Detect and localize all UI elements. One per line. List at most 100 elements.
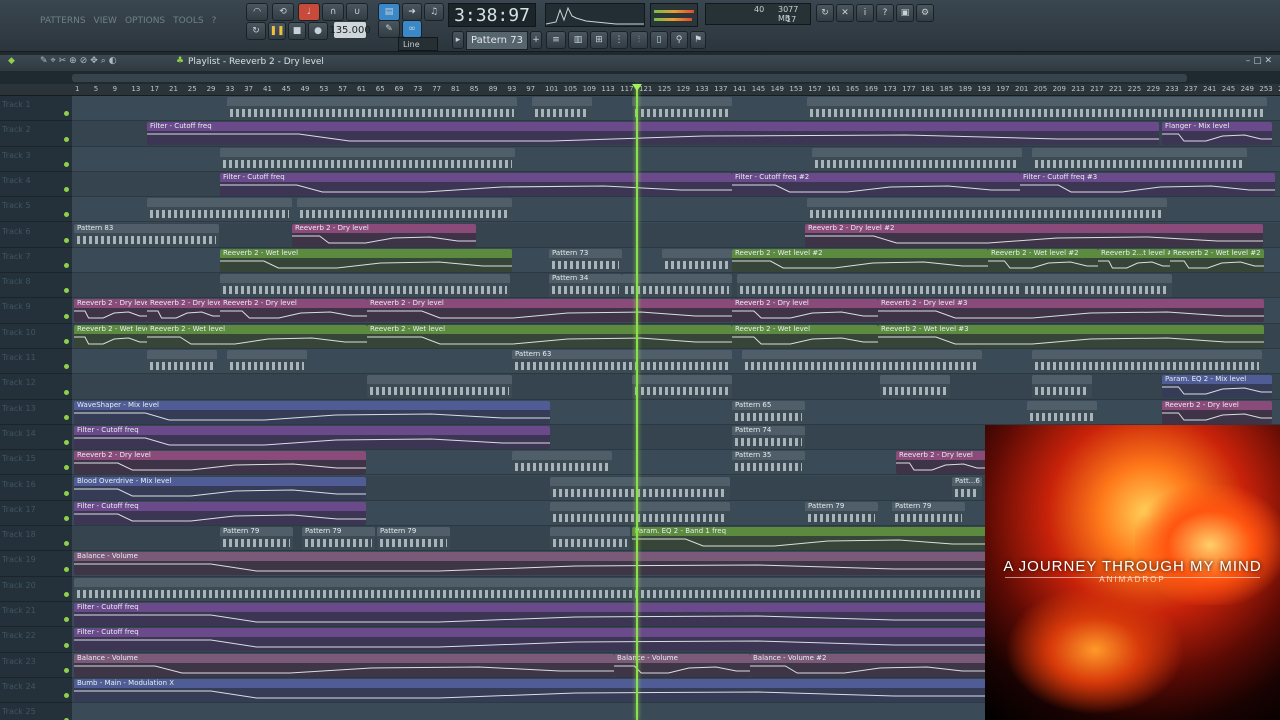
playhead-marker-icon[interactable] xyxy=(632,84,642,91)
track-enable-icon[interactable] xyxy=(64,414,69,420)
pattern-clip[interactable]: Pattern 65 xyxy=(732,400,805,424)
automation-curve[interactable] xyxy=(74,410,550,424)
automation-curve[interactable] xyxy=(367,334,732,348)
automation-clip[interactable]: Reeverb 2 - Dry level xyxy=(292,223,476,247)
pattern-clip[interactable] xyxy=(1032,147,1247,171)
automation-clip[interactable]: Balance - Volume #2 xyxy=(750,653,986,677)
automation-clip[interactable]: Filter - Cutoff freq #2 xyxy=(732,172,1020,196)
pattern-clip[interactable] xyxy=(74,577,986,601)
playlist-menu-icon[interactable]: ◆ xyxy=(8,56,15,66)
track-header[interactable]: Track 5 xyxy=(0,197,72,223)
automation-curve[interactable] xyxy=(1098,258,1170,272)
channel-rack-icon[interactable]: ⋮ xyxy=(610,31,628,49)
pattern-clip[interactable] xyxy=(550,476,730,500)
refresh-icon[interactable]: ↻ xyxy=(816,4,834,22)
track-enable-icon[interactable] xyxy=(64,667,69,673)
pattern-clip[interactable]: Pattern 79 xyxy=(805,501,878,525)
pattern-clip[interactable]: Pattern 35 xyxy=(732,451,805,475)
tool-icons[interactable]: ✎⌖✂⊕⊘✥⌕◐ xyxy=(40,56,120,66)
pattern-clip[interactable] xyxy=(220,274,510,298)
automation-curve[interactable] xyxy=(988,258,1098,272)
pattern-clip[interactable] xyxy=(1027,400,1097,424)
automation-clip[interactable]: Reeverb 2 - Dry level xyxy=(74,451,366,475)
track-enable-icon[interactable] xyxy=(64,364,69,370)
pattern-clip[interactable]: Pattern 34 xyxy=(549,274,622,298)
track-header[interactable]: Track 17 xyxy=(0,501,72,527)
pattern-clip[interactable] xyxy=(297,198,512,222)
automation-clip[interactable]: Reeverb 2 - Wet level xyxy=(220,248,512,272)
automation-clip[interactable]: Reeverb 2 - Wet level xyxy=(74,324,147,348)
automation-clip[interactable]: Param. EQ 2 - Mix level xyxy=(1162,375,1272,399)
menu-item[interactable]: TOOLS xyxy=(173,16,203,26)
playhead[interactable] xyxy=(636,84,638,720)
pattern-clip[interactable] xyxy=(147,350,217,373)
pattern-clip[interactable]: Pattern 79 xyxy=(220,527,293,551)
automation-clip[interactable]: Filter - Cutoff freq xyxy=(74,603,986,626)
pattern-clip[interactable]: Pattern 74 xyxy=(732,425,805,449)
record-button[interactable]: ● xyxy=(308,22,328,40)
automation-curve[interactable] xyxy=(74,637,986,651)
track-header[interactable]: Track 16 xyxy=(0,476,72,501)
automation-clip[interactable]: Reeverb 2 - Dry level xyxy=(896,451,986,475)
info-icon[interactable]: ⅰ xyxy=(856,4,874,22)
menu-item[interactable]: VIEW xyxy=(94,16,117,26)
automation-clip[interactable]: Reeverb 2 - Dry level xyxy=(1162,400,1272,424)
track-header[interactable]: Track 9 xyxy=(0,298,72,324)
track-header[interactable]: Track 25 xyxy=(0,703,72,720)
pattern-clip[interactable] xyxy=(550,501,730,525)
track-enable-icon[interactable] xyxy=(64,516,69,522)
automation-clip[interactable]: Reeverb 2 - Dry level #2 xyxy=(805,223,1263,247)
record-mode-icon[interactable]: ◠ xyxy=(246,3,268,21)
track-enable-icon[interactable] xyxy=(64,440,69,446)
automation-clip[interactable]: Reeverb 2 - Wet level xyxy=(367,324,732,348)
track-enable-icon[interactable] xyxy=(64,136,69,142)
automation-curve[interactable] xyxy=(74,460,366,474)
pattern-prev-icon[interactable]: ▸ xyxy=(452,31,464,49)
mixer-icon[interactable]: ⫶ xyxy=(630,31,648,49)
automation-curve[interactable] xyxy=(750,663,986,677)
track-enable-icon[interactable] xyxy=(64,642,69,648)
menu-item[interactable]: ? xyxy=(212,16,217,26)
automation-clip[interactable]: Balance - Volume xyxy=(614,653,750,677)
track-header[interactable]: Track 2 xyxy=(0,121,72,147)
automation-curve[interactable] xyxy=(732,182,1020,196)
browser-icon[interactable]: ⊞ xyxy=(590,31,608,49)
pattern-clip[interactable] xyxy=(807,97,1267,120)
automation-clip[interactable]: Balance - Volume xyxy=(74,552,986,576)
track-header[interactable]: Track 24 xyxy=(0,678,72,704)
metronome-icon[interactable]: ♩ xyxy=(298,3,320,21)
pattern-mode-icon[interactable]: ▤ xyxy=(378,3,400,21)
track-header[interactable]: Track 23 xyxy=(0,653,72,678)
automation-curve[interactable] xyxy=(805,233,1263,247)
pattern-selector[interactable]: Pattern 73 xyxy=(466,31,528,50)
pattern-clip[interactable]: Pattern 63 xyxy=(512,350,732,373)
automation-clip[interactable]: Bumb - Main - Modulation X xyxy=(74,678,986,702)
loop-record-icon[interactable]: ↻ xyxy=(246,22,266,40)
track-enable-icon[interactable] xyxy=(64,465,69,471)
automation-curve[interactable] xyxy=(732,334,878,348)
automation-curve[interactable] xyxy=(732,308,878,322)
track-enable-icon[interactable] xyxy=(64,187,69,193)
automation-curve[interactable] xyxy=(1020,182,1275,196)
automation-curve[interactable] xyxy=(74,334,147,348)
track-header[interactable]: Track 8 xyxy=(0,273,72,299)
automation-clip[interactable]: Param. EQ 2 - Band 1 freq xyxy=(632,527,988,551)
automation-curve[interactable] xyxy=(74,688,986,702)
automation-clip[interactable]: Reeverb 2 - Dry level xyxy=(367,299,732,323)
pattern-clip[interactable]: Pattern 79 xyxy=(892,501,965,525)
pattern-clip[interactable] xyxy=(227,97,517,120)
pattern-clip[interactable] xyxy=(1022,274,1172,298)
menu-item[interactable]: OPTIONS xyxy=(125,16,165,26)
automation-clip[interactable]: Filter - Cutoff freq xyxy=(220,172,732,196)
pattern-clip[interactable] xyxy=(1032,375,1092,399)
automation-curve[interactable] xyxy=(220,182,732,196)
automation-curve[interactable] xyxy=(878,308,1264,322)
automation-clip[interactable]: Reeverb 2 - Dry level xyxy=(220,299,367,323)
track-enable-icon[interactable] xyxy=(64,617,69,623)
tempo-display[interactable]: 135.000 xyxy=(329,22,371,38)
pattern-clip[interactable] xyxy=(632,375,732,399)
track-header[interactable]: Track 15 xyxy=(0,450,72,476)
track-header[interactable]: Track 6 xyxy=(0,223,72,248)
automation-curve[interactable] xyxy=(1162,410,1272,424)
automation-clip[interactable]: Reeverb 2 - Wet level #2 xyxy=(1170,248,1264,272)
